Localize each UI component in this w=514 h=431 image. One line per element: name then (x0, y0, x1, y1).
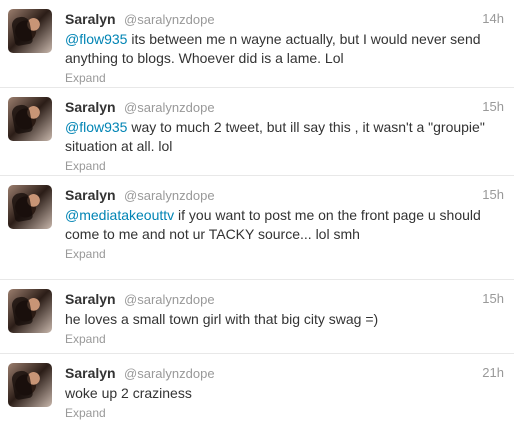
tweet-body: he loves a small town girl with that big… (65, 311, 379, 327)
avatar[interactable] (8, 97, 52, 141)
user-handle[interactable]: @saralynzdope (124, 100, 215, 115)
tweet-header: Saralyn @saralynzdope 14h (65, 10, 504, 28)
user-handle[interactable]: @saralynzdope (124, 292, 215, 307)
tweet-body: woke up 2 craziness (65, 385, 192, 401)
expand-link[interactable]: Expand (65, 405, 504, 422)
tweet-timestamp[interactable]: 15h (482, 186, 504, 204)
tweet-content: Saralyn @saralynzdope 15h @flow935 way t… (65, 98, 504, 175)
tweet-header: Saralyn @saralynzdope 15h (65, 290, 504, 308)
tweet-timestamp[interactable]: 21h (482, 364, 504, 382)
tweet-header: Saralyn @saralynzdope 21h (65, 364, 504, 382)
avatar[interactable] (8, 289, 52, 333)
expand-link[interactable]: Expand (65, 158, 504, 175)
user-full-name[interactable]: Saralyn (65, 11, 116, 27)
tweet-content: Saralyn @saralynzdope 14h @flow935 its b… (65, 10, 504, 87)
tweet-timestamp[interactable]: 15h (482, 98, 504, 116)
tweet-text: @flow935 its between me n wayne actually… (65, 30, 504, 68)
tweet[interactable]: Saralyn @saralynzdope 14h @flow935 its b… (0, 0, 514, 88)
user-full-name[interactable]: Saralyn (65, 365, 116, 381)
mention-link[interactable]: @flow935 (65, 119, 127, 135)
avatar[interactable] (8, 363, 52, 407)
tweet-content: Saralyn @saralynzdope 15h he loves a sma… (65, 290, 504, 348)
tweet-timestamp[interactable]: 15h (482, 290, 504, 308)
tweet-body: way to much 2 tweet, but ill say this , … (65, 119, 485, 154)
user-handle[interactable]: @saralynzdope (124, 12, 215, 27)
tweet-content: Saralyn @saralynzdope 21h woke up 2 craz… (65, 364, 504, 422)
tweet[interactable]: Saralyn @saralynzdope 15h he loves a sma… (0, 280, 514, 354)
avatar[interactable] (8, 185, 52, 229)
avatar[interactable] (8, 9, 52, 53)
expand-link[interactable]: Expand (65, 331, 504, 348)
tweet[interactable]: Saralyn @saralynzdope 15h @mediatakeoutt… (0, 176, 514, 280)
user-full-name[interactable]: Saralyn (65, 187, 116, 203)
tweet[interactable]: Saralyn @saralynzdope 15h @flow935 way t… (0, 88, 514, 176)
tweet-text: @flow935 way to much 2 tweet, but ill sa… (65, 118, 504, 156)
tweet[interactable]: Saralyn @saralynzdope 21h woke up 2 craz… (0, 354, 514, 431)
tweet-header: Saralyn @saralynzdope 15h (65, 98, 504, 116)
tweet-header: Saralyn @saralynzdope 15h (65, 186, 504, 204)
user-handle[interactable]: @saralynzdope (124, 366, 215, 381)
mention-link[interactable]: @mediatakeouttv (65, 207, 174, 223)
tweet-text: @mediatakeouttv if you want to post me o… (65, 206, 504, 244)
tweet-body: its between me n wayne actually, but I w… (65, 31, 481, 66)
user-full-name[interactable]: Saralyn (65, 291, 116, 307)
tweet-text: he loves a small town girl with that big… (65, 310, 504, 329)
expand-link[interactable]: Expand (65, 246, 504, 263)
tweet-content: Saralyn @saralynzdope 15h @mediatakeoutt… (65, 186, 504, 263)
user-handle[interactable]: @saralynzdope (124, 188, 215, 203)
tweet-text: woke up 2 craziness (65, 384, 504, 403)
expand-link[interactable]: Expand (65, 70, 504, 87)
user-full-name[interactable]: Saralyn (65, 99, 116, 115)
tweet-timeline: Saralyn @saralynzdope 14h @flow935 its b… (0, 0, 514, 431)
mention-link[interactable]: @flow935 (65, 31, 127, 47)
tweet-timestamp[interactable]: 14h (482, 10, 504, 28)
